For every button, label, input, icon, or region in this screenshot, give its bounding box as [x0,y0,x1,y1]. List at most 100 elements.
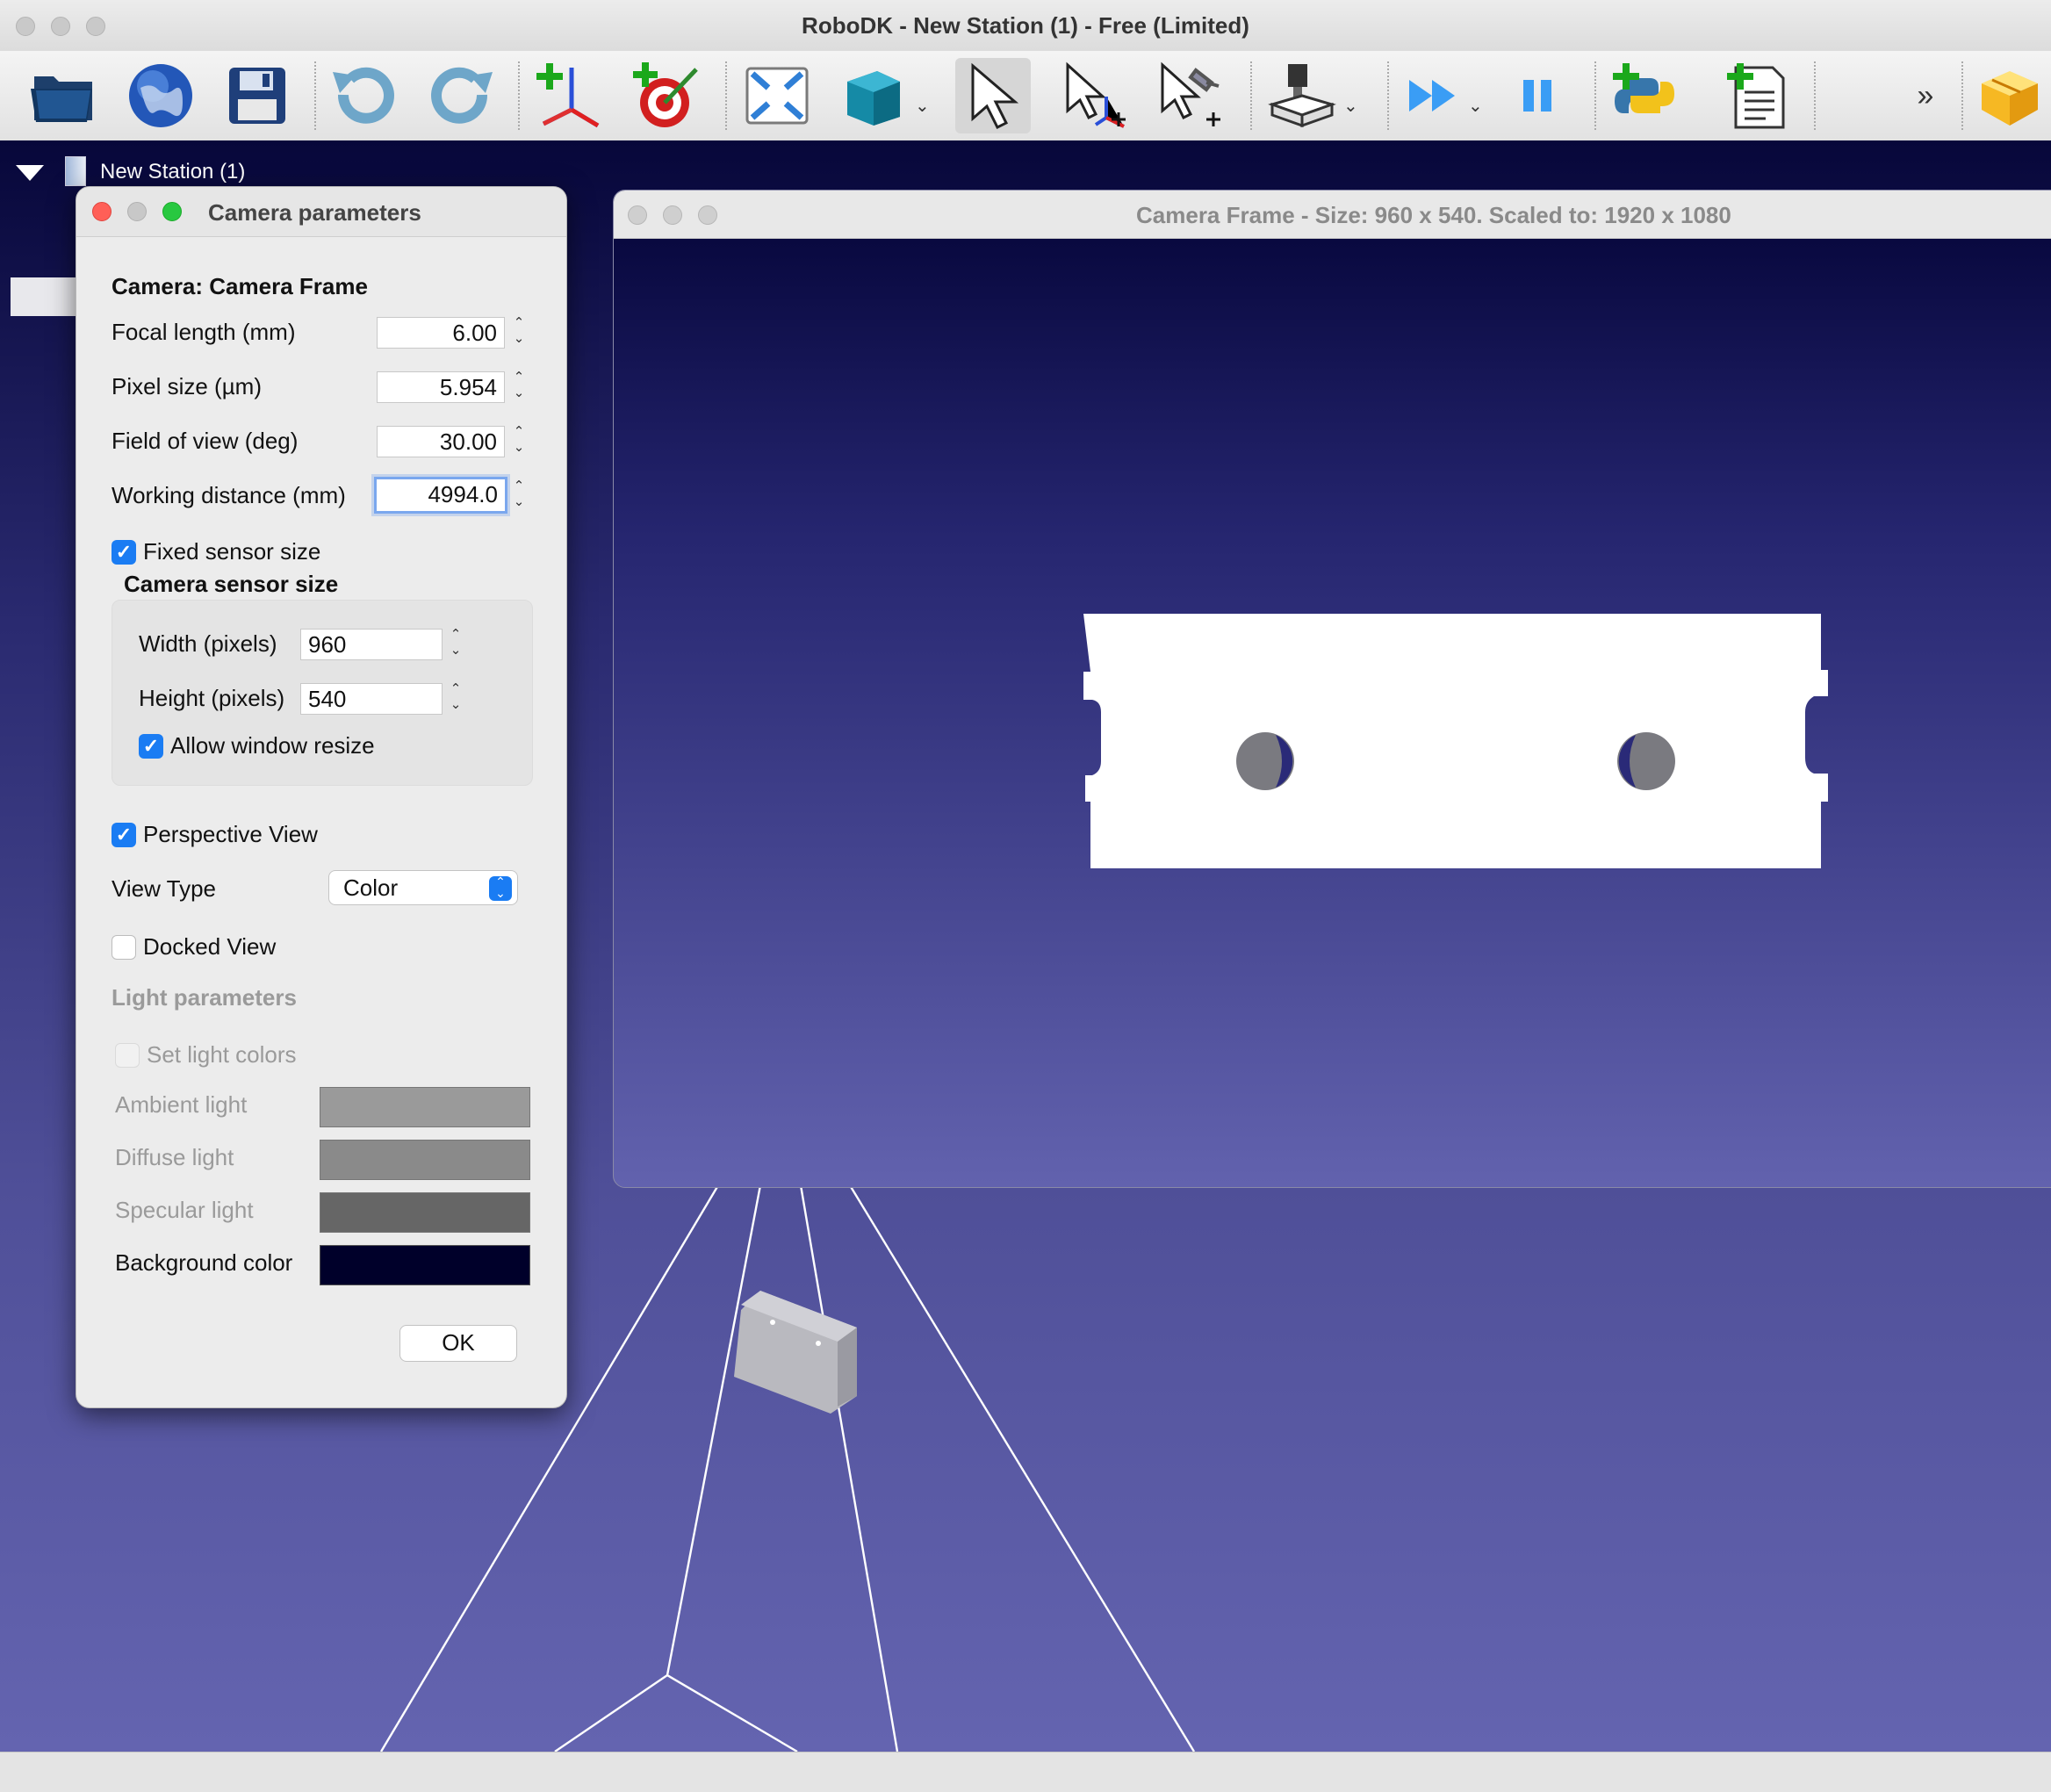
camera-frame-titlebar: Camera Frame - Size: 960 x 540. Scaled t… [614,191,2051,239]
move-tool-button[interactable] [1154,58,1229,133]
fixed-sensor-checkbox[interactable]: ✓ [112,540,136,565]
background-color-swatch[interactable] [320,1245,530,1285]
ambient-light-label: Ambient light [115,1091,248,1118]
add-in-button[interactable] [1972,58,2047,133]
machining-dropdown-icon[interactable]: ⌄ [1343,95,1358,117]
tree-item-station[interactable]: New Station (1) [100,160,245,184]
pixel-size-input[interactable]: 5.954 [377,371,505,403]
working-distance-label: Working distance (mm) [112,482,346,508]
light-parameters-label: Light parameters [112,984,297,1011]
working-distance-input[interactable]: 4994.0 [374,477,507,514]
pause-icon [1523,80,1551,112]
add-program-button[interactable] [1721,58,1796,133]
fit-all-button[interactable] [739,58,815,133]
machining-project-icon [1268,64,1336,128]
camera-window-close-button[interactable] [628,205,647,225]
dialog-title: Camera parameters [208,199,421,226]
diffuse-light-swatch[interactable] [320,1140,530,1180]
sensor-height-stepper[interactable]: ⌃ ⌄ [446,681,465,716]
sensor-size-group: Width (pixels) 960 ⌃ ⌄ Height (pixels) 54… [112,600,533,786]
perspective-view-label: Perspective View [143,821,318,847]
dialog-zoom-button[interactable] [162,202,182,221]
undo-icon [333,67,394,124]
camera-parameters-dialog[interactable]: Camera parameters Camera: Camera Frame F… [76,186,567,1408]
station-icon [65,156,86,186]
main-toolbar: ⌄ ⌄ ⌄ » [0,51,2051,141]
sensor-height-label: Height (pixels) [139,685,285,711]
undo-button[interactable] [327,58,402,133]
ambient-light-swatch[interactable] [320,1087,530,1127]
simulation-dropdown-icon[interactable]: ⌄ [1468,95,1483,117]
view-cube-dropdown-icon[interactable]: ⌄ [915,95,930,117]
move-reference-icon [1066,61,1126,128]
add-python-program-button[interactable] [1607,58,1682,133]
view-cube-icon [847,71,900,126]
more-chevron-icon[interactable]: » [1888,58,1963,133]
save-button[interactable] [219,58,295,133]
tree-selected-item[interactable] [11,277,81,316]
sensor-width-input[interactable]: 960 [300,629,443,660]
tree-collapse-icon[interactable] [16,165,44,181]
camera-model[interactable] [734,1291,857,1414]
add-target-button[interactable] [629,58,704,133]
open-button[interactable] [26,58,102,133]
view-type-value: Color [343,874,399,901]
camera-window-zoom-button[interactable] [698,205,717,225]
fixed-sensor-label: Fixed sensor size [143,538,321,565]
move-reference-button[interactable] [1059,58,1134,133]
select-pointer-icon [971,62,1019,129]
select-arrows-icon: ⌃ ⌄ [489,875,512,901]
sensor-width-stepper[interactable]: ⌃ ⌄ [446,627,465,662]
specular-light-swatch[interactable] [320,1192,530,1233]
machining-project-button[interactable] [1264,58,1340,133]
library-globe-icon [129,64,192,127]
perspective-view-checkbox[interactable]: ✓ [112,823,136,847]
fast-simulation-button[interactable] [1396,58,1472,133]
background-color-label: Background color [115,1249,293,1276]
dialog-titlebar: Camera parameters [76,187,566,237]
docked-view-checkbox[interactable] [112,935,136,960]
allow-resize-label: Allow window resize [170,732,375,759]
camera-name-label: Camera: Camera Frame [112,273,368,299]
field-of-view-stepper[interactable]: ⌃ ⌄ [509,424,529,459]
add-python-program-icon [1613,63,1674,113]
sensor-width-label: Width (pixels) [139,630,277,657]
redo-icon [431,67,493,124]
camera-frame-title: Camera Frame - Size: 960 x 540. Scaled t… [1136,202,1731,228]
docked-view-label: Docked View [143,933,277,960]
dialog-close-button[interactable] [92,202,112,221]
window-titlebar: RoboDK - New Station (1) - Free (Limited… [0,0,2051,52]
sensor-height-input[interactable]: 540 [300,683,443,715]
focal-length-input[interactable]: 6.00 [377,317,505,349]
specular-light-label: Specular light [115,1197,254,1223]
view-cube-button[interactable] [836,58,911,133]
save-icon [229,68,285,124]
fast-simulation-icon [1409,80,1455,112]
window-title: RoboDK - New Station (1) - Free (Limited… [802,12,1249,39]
sensor-size-group-label: Camera sensor size [124,571,339,597]
view-type-label: View Type [112,875,217,902]
view-type-select[interactable]: Color ⌃ ⌄ [328,870,518,905]
diffuse-light-label: Diffuse light [115,1144,234,1170]
status-bar [0,1752,2051,1792]
focal-length-stepper[interactable]: ⌃ ⌄ [509,315,529,350]
field-of-view-input[interactable]: 30.00 [377,426,505,457]
field-of-view-label: Field of view (deg) [112,428,299,454]
move-tool-icon [1161,61,1220,126]
add-reference-frame-button[interactable] [532,58,608,133]
camera-window-minimize-button[interactable] [663,205,682,225]
redo-button[interactable] [423,58,499,133]
pixel-size-stepper[interactable]: ⌃ ⌄ [509,370,529,405]
set-light-colors-checkbox[interactable] [115,1043,140,1068]
ok-button[interactable]: OK [399,1325,517,1362]
open-icon [31,76,92,122]
add-reference-frame-icon [536,63,600,128]
camera-view-part [1083,614,1828,868]
select-pointer-button[interactable] [955,58,1031,133]
dialog-minimize-button[interactable] [127,202,147,221]
pause-button[interactable] [1500,58,1575,133]
allow-resize-checkbox[interactable]: ✓ [139,734,163,759]
working-distance-stepper[interactable]: ⌃ ⌄ [509,479,529,514]
library-button[interactable] [123,58,198,133]
camera-frame-window[interactable]: Camera Frame - Size: 960 x 540. Scaled t… [613,190,2051,1188]
